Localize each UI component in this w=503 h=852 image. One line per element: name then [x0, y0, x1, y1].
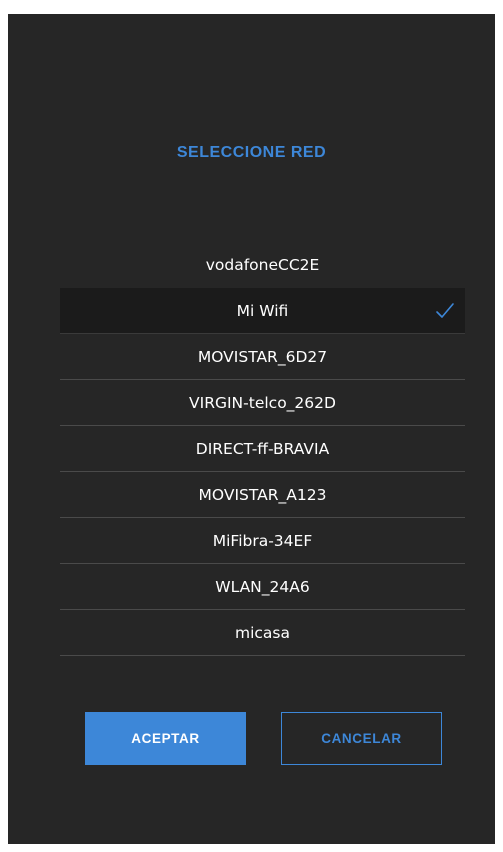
network-item-vodafonecc2e[interactable]: vodafoneCC2E — [60, 242, 465, 288]
network-item-mifibra-34ef[interactable]: MiFibra-34EF — [60, 518, 465, 564]
network-list: vodafoneCC2E Mi Wifi MOVISTAR_6D27 VIRGI… — [60, 242, 465, 656]
network-name: Mi Wifi — [236, 302, 289, 320]
network-name: MOVISTAR_A123 — [198, 486, 327, 504]
network-item-movistar-6d27[interactable]: MOVISTAR_6D27 — [60, 334, 465, 380]
network-name: DIRECT-ff-BRAVIA — [195, 440, 330, 458]
dialog-title: SELECCIONE RED — [176, 144, 327, 161]
network-item-direct-ff-bravia[interactable]: DIRECT-ff-BRAVIA — [60, 426, 465, 472]
network-name: MiFibra-34EF — [212, 532, 313, 550]
accept-button[interactable]: ACEPTAR — [85, 712, 246, 765]
check-icon — [436, 303, 454, 318]
network-item-wlan-24a6[interactable]: WLAN_24A6 — [60, 564, 465, 610]
network-name: vodafoneCC2E — [205, 256, 320, 274]
network-item-virgin-telco-262d[interactable]: VIRGIN-telco_262D — [60, 380, 465, 426]
network-name: MOVISTAR_6D27 — [197, 348, 328, 366]
cancel-button[interactable]: CANCELAR — [281, 712, 442, 765]
network-name: micasa — [235, 624, 290, 642]
network-name: VIRGIN-telco_262D — [189, 394, 336, 412]
network-name: WLAN_24A6 — [215, 578, 310, 596]
network-item-movistar-a123[interactable]: MOVISTAR_A123 — [60, 472, 465, 518]
network-item-micasa[interactable]: micasa — [60, 610, 465, 656]
network-dialog: SELECCIONE RED vodafoneCC2E Mi Wifi MOVI… — [8, 14, 495, 844]
network-item-mi-wifi[interactable]: Mi Wifi — [60, 288, 465, 334]
